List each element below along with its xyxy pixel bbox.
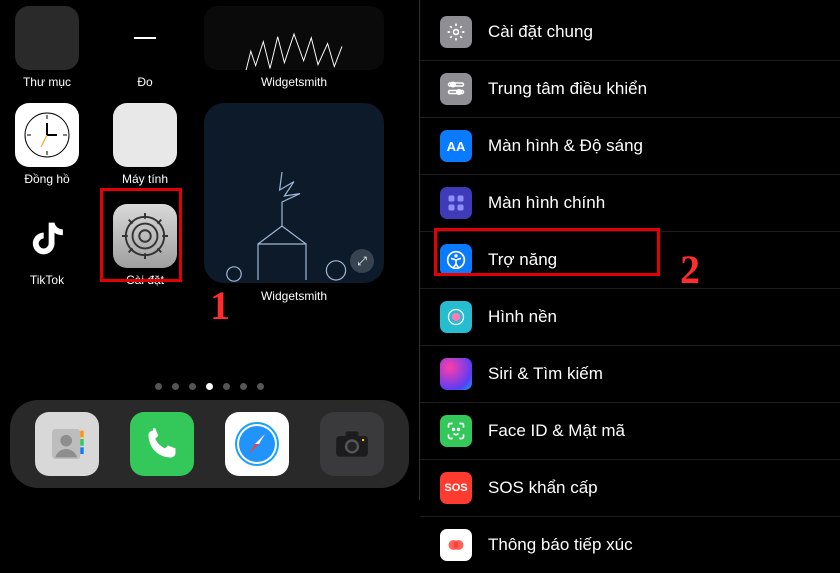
settings-label: Màn hình chính <box>488 193 605 213</box>
app-tiktok[interactable]: TikTok <box>8 204 86 287</box>
settings-label: Trung tâm điều khiển <box>488 79 647 99</box>
widget-large[interactable]: ⤢ Widgetsmith <box>204 103 384 303</box>
faceid-icon <box>440 415 472 447</box>
page-indicator[interactable] <box>0 383 419 390</box>
app-label: Máy tính <box>122 172 168 186</box>
widget-small[interactable]: Widgetsmith <box>204 6 384 89</box>
dock-phone[interactable] <box>130 412 194 476</box>
settings-faceid[interactable]: Face ID & Mật mã <box>420 403 840 460</box>
homescreen-panel: Thư mục Đo Widgetsmith <box>0 0 420 500</box>
app-label: Đồng hồ <box>24 172 69 186</box>
widget-label: Widgetsmith <box>261 289 327 303</box>
settings-label: Face ID & Mật mã <box>488 421 625 441</box>
measure-icon <box>113 6 177 70</box>
app-measure[interactable]: Đo <box>106 6 184 89</box>
settings-label: Màn hình & Độ sáng <box>488 136 643 156</box>
tiktok-icon <box>15 204 79 268</box>
settings-label: Hình nền <box>488 307 557 327</box>
settings-label: SOS khẩn cấp <box>488 478 598 498</box>
settings-label: Siri & Tìm kiếm <box>488 364 603 384</box>
settings-general[interactable]: Cài đặt chung <box>420 4 840 61</box>
clock-icon <box>15 103 79 167</box>
display-icon: AA <box>440 130 472 162</box>
settings-icon <box>113 204 177 268</box>
expand-icon[interactable]: ⤢ <box>350 249 374 273</box>
icon-row-1: Thư mục Đo Widgetsmith <box>8 6 411 89</box>
sos-icon: SOS <box>440 472 472 504</box>
app-clock[interactable]: Đồng hồ <box>8 103 86 186</box>
widgetsmith-widget: ⤢ <box>204 103 384 283</box>
exposure-icon <box>440 529 472 561</box>
folder-icon <box>15 6 79 70</box>
dock-camera[interactable] <box>320 412 384 476</box>
dock-safari[interactable] <box>225 412 289 476</box>
app-label: Đo <box>137 75 152 89</box>
settings-accessibility[interactable]: Trợ năng <box>420 232 840 289</box>
dock <box>10 400 409 488</box>
settings-control-center[interactable]: Trung tâm điều khiển <box>420 61 840 118</box>
settings-exposure[interactable]: Thông báo tiếp xúc <box>420 517 840 573</box>
app-calculator[interactable]: Máy tính <box>106 103 184 186</box>
app-label: Thư mục <box>23 75 71 89</box>
app-label: TikTok <box>30 273 64 287</box>
callout-1: 1 <box>210 282 230 329</box>
homescreen-icon <box>440 187 472 219</box>
settings-homescreen[interactable]: Màn hình chính <box>420 175 840 232</box>
settings-label: Trợ năng <box>488 250 557 270</box>
settings-label: Thông báo tiếp xúc <box>488 535 633 555</box>
app-folder[interactable]: Thư mục <box>8 6 86 89</box>
settings-sos[interactable]: SOS SOS khẩn cấp <box>420 460 840 517</box>
icon-row-2: Đồng hồ TikTok Máy tính <box>8 103 411 303</box>
app-settings[interactable]: Cài đặt <box>106 204 184 287</box>
settings-display[interactable]: AA Màn hình & Độ sáng <box>420 118 840 175</box>
app-label: Cài đặt <box>126 273 164 287</box>
settings-label: Cài đặt chung <box>488 22 593 42</box>
widgetsmith-icon <box>204 6 384 70</box>
settings-wallpaper[interactable]: Hình nền <box>420 289 840 346</box>
gear-icon <box>440 16 472 48</box>
settings-siri[interactable]: Siri & Tìm kiếm <box>420 346 840 403</box>
app-label: Widgetsmith <box>261 75 327 89</box>
calculator-icon <box>113 103 177 167</box>
control-center-icon <box>440 73 472 105</box>
wallpaper-icon <box>440 301 472 333</box>
settings-panel: Cài đặt chung Trung tâm điều khiển AA Mà… <box>420 0 840 500</box>
dock-contacts[interactable] <box>35 412 99 476</box>
accessibility-icon <box>440 244 472 276</box>
callout-2: 2 <box>680 246 700 293</box>
siri-icon <box>440 358 472 390</box>
